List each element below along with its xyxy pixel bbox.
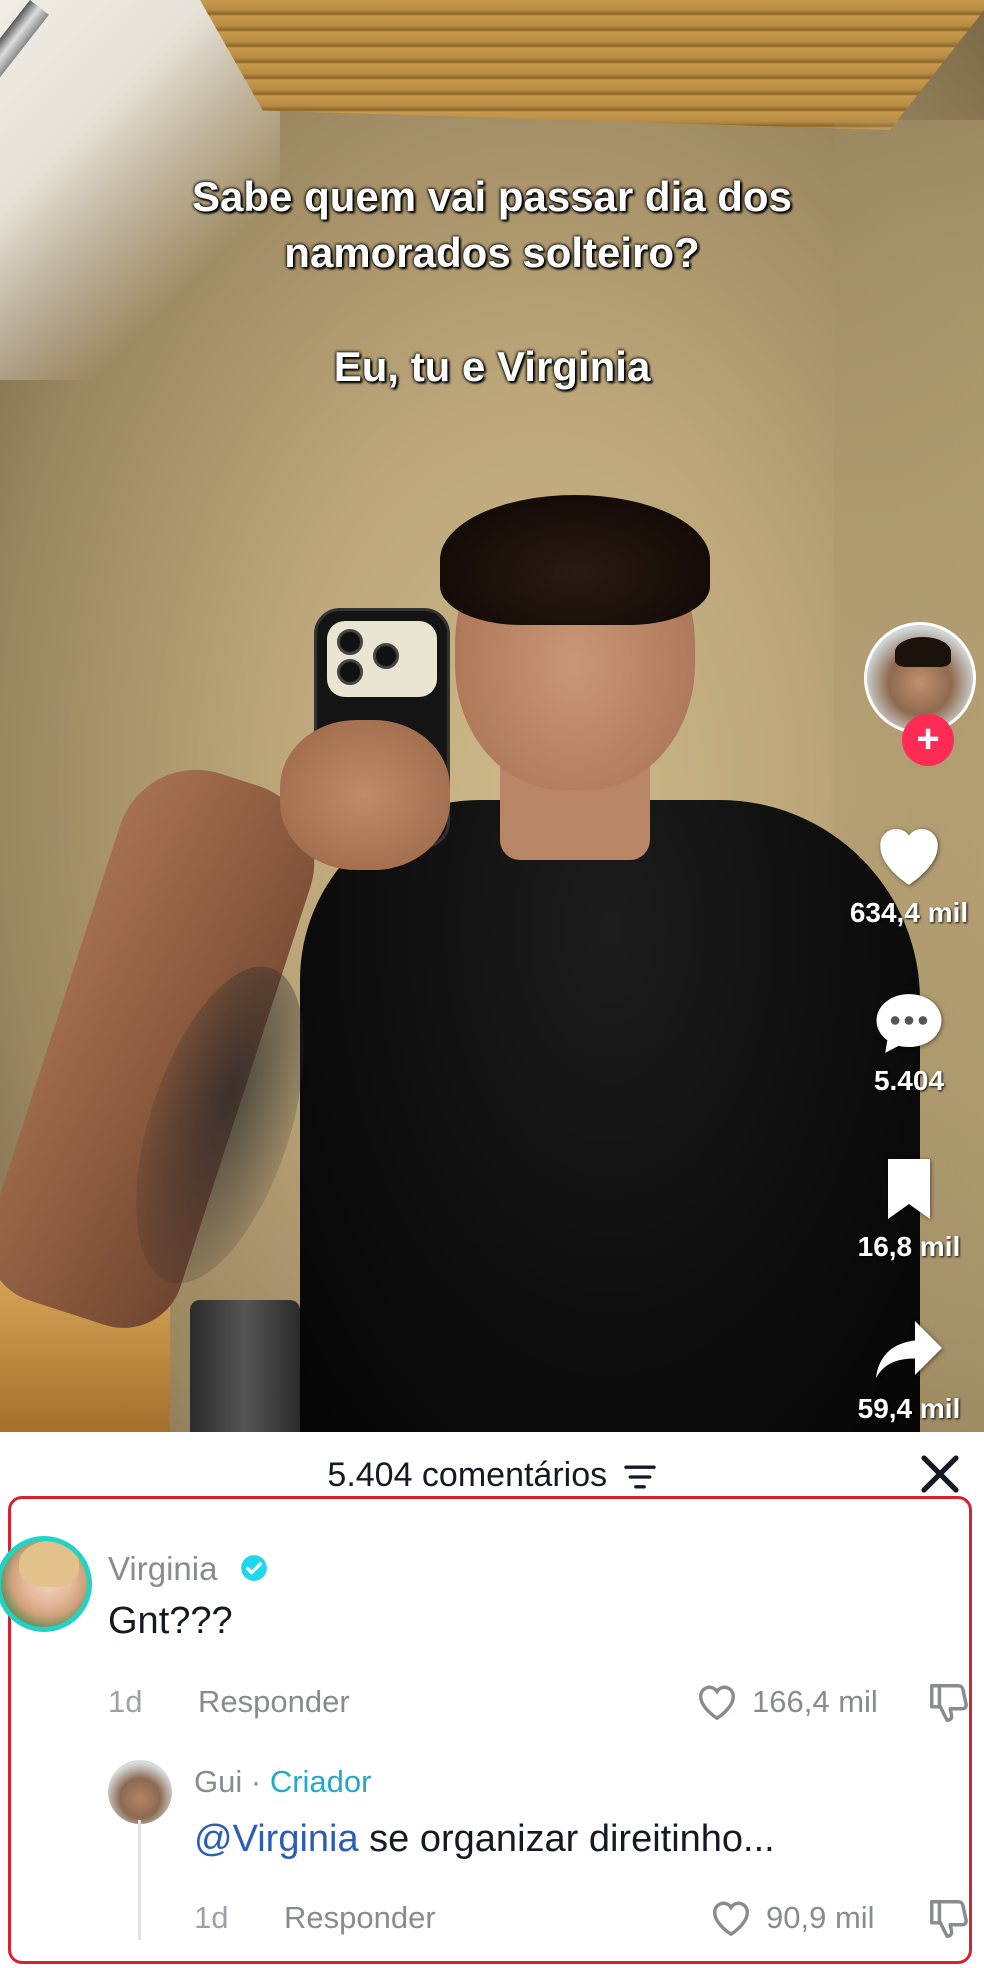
comments-header: 5.404 comentários — [0, 1452, 984, 1498]
comment-button[interactable]: 5.404 — [834, 988, 984, 1097]
close-icon[interactable] — [916, 1450, 964, 1498]
commenter-avatar[interactable] — [0, 1536, 92, 1632]
follow-button[interactable]: + — [902, 714, 954, 766]
phone-camera — [327, 621, 437, 697]
like-button[interactable]: 634,4 mil — [834, 818, 984, 929]
separator: · — [242, 1764, 270, 1799]
dislike-icon[interactable] — [926, 1680, 972, 1726]
person-hand — [280, 720, 450, 870]
avatar-hair — [895, 637, 951, 667]
camera-lens — [337, 629, 363, 655]
heart-outline-icon[interactable] — [694, 1680, 740, 1722]
creator-reply-avatar[interactable] — [108, 1760, 172, 1824]
comment-like-count: 166,4 mil — [752, 1684, 878, 1719]
faucet — [190, 1300, 300, 1432]
comment-count: 5.404 — [873, 1065, 945, 1096]
share-button[interactable]: 59,4 mil — [834, 1318, 984, 1425]
creator-avatar[interactable]: + — [864, 622, 976, 766]
comments-sheet: 5.404 comentários Virginia Gnt??? 1d Res… — [0, 1432, 984, 1968]
camera-lens — [373, 643, 399, 669]
reply-author-line: Gui · Criador — [194, 1764, 371, 1800]
reply-body: se organizar direitinho... — [358, 1818, 775, 1860]
reply-button[interactable]: Responder — [198, 1684, 350, 1720]
camera-lens — [337, 659, 363, 685]
heart-outline-icon[interactable] — [708, 1896, 754, 1938]
bookmark-icon — [888, 1159, 930, 1219]
comment-text: Gnt??? — [108, 1600, 233, 1642]
bookmark-button[interactable]: 16,8 mil — [834, 1156, 984, 1263]
thread-line — [138, 1820, 141, 1940]
creator-badge: Criador — [269, 1764, 372, 1799]
reply-author[interactable]: Gui — [194, 1764, 242, 1799]
comment-author[interactable]: Virginia — [108, 1550, 217, 1588]
avatar-hair — [19, 1541, 79, 1587]
share-icon — [876, 1321, 942, 1378]
like-count: 634,4 mil — [849, 897, 969, 928]
sort-icon[interactable] — [623, 1463, 657, 1491]
comment-time: 1d — [108, 1684, 143, 1719]
comments-title: 5.404 comentários — [327, 1456, 608, 1494]
comment-icon — [876, 994, 942, 1053]
share-count: 59,4 mil — [857, 1393, 961, 1424]
reply-like-count: 90,9 mil — [766, 1900, 875, 1935]
video-player[interactable]: Sabe quem vai passar dia dos namorados s… — [0, 0, 984, 1432]
reply-text: @Virginia se organizar direitinho... — [194, 1818, 775, 1861]
person-torso — [300, 800, 920, 1432]
heart-icon — [880, 829, 938, 885]
person-hair — [440, 495, 710, 625]
reply-reply-button[interactable]: Responder — [284, 1900, 436, 1936]
save-count: 16,8 mil — [857, 1231, 961, 1262]
verified-icon — [241, 1555, 267, 1581]
dislike-icon[interactable] — [926, 1896, 972, 1942]
mention-link[interactable]: @Virginia — [194, 1818, 359, 1860]
reply-time: 1d — [194, 1900, 229, 1935]
action-rail: + 634,4 mil 5.404 16,8 mil 59,4 mil — [834, 0, 984, 1432]
